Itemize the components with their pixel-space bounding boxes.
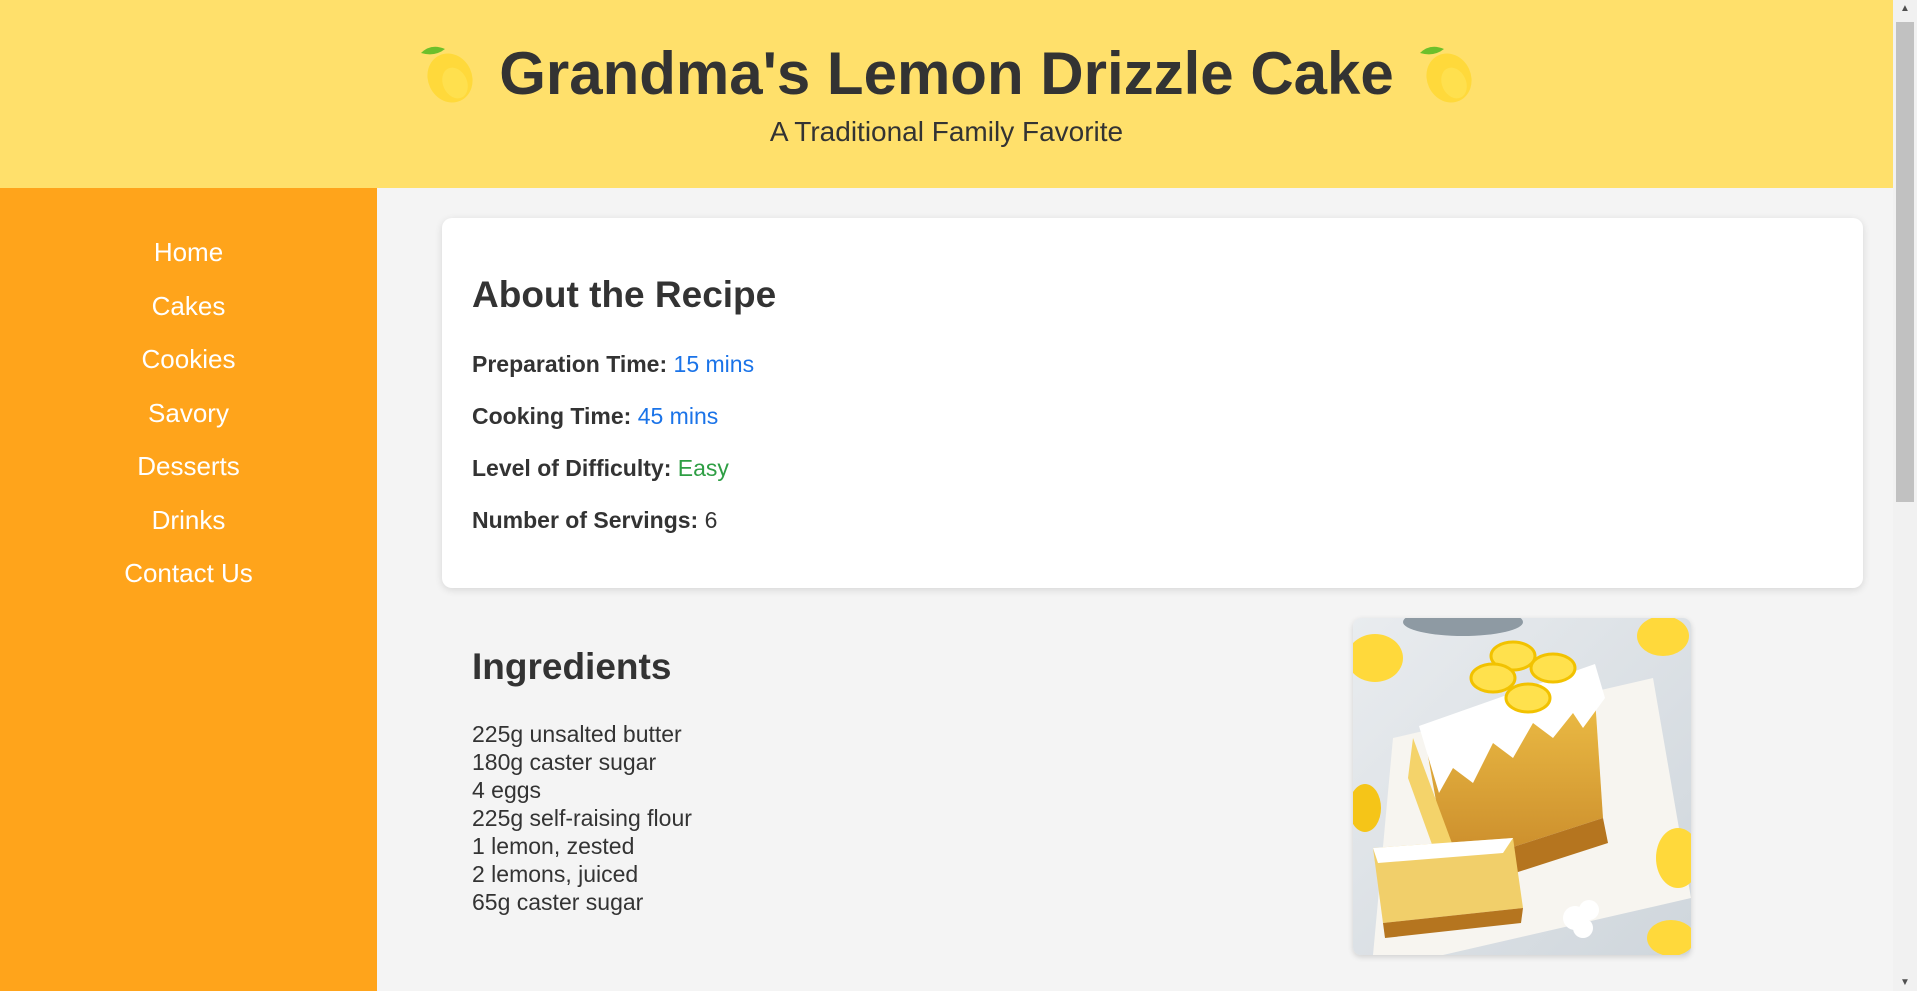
scroll-down-icon[interactable]: ▼ (1893, 974, 1917, 991)
scroll-thumb[interactable] (1896, 22, 1914, 502)
sidebar-item-cakes: Cakes (0, 280, 377, 334)
page-subtitle: A Traditional Family Favorite (769, 116, 1124, 147)
title-row: Grandma's Lemon Drizzle Cake (0, 38, 1893, 110)
list-item: 65g caster sugar (472, 889, 644, 915)
lemon-icon (417, 41, 477, 107)
difficulty-value: Easy (677, 455, 729, 481)
prep-time-row: Preparation Time: 15 mins (472, 351, 754, 378)
sidebar-nav: Home Cakes Cookies Savory Desserts Drink… (0, 226, 377, 601)
list-item: 180g caster sugar (472, 749, 657, 775)
sidebar-item-home: Home (0, 226, 377, 280)
cake-photo (1353, 618, 1691, 955)
about-heading: About the Recipe (472, 274, 777, 315)
prep-time-value: 15 mins (673, 351, 755, 377)
sidebar-item-savory: Savory (0, 387, 377, 441)
page: Grandma's Lemon Drizzle Cake A Tradition… (0, 0, 1917, 991)
list-item: 4 eggs (472, 777, 542, 803)
page-header: Grandma's Lemon Drizzle Cake A Tradition… (0, 0, 1893, 188)
nav-link-cakes[interactable]: Cakes (152, 291, 226, 321)
list-item: 225g self-raising flour (472, 805, 692, 831)
scroll-up-icon[interactable]: ▲ (1893, 0, 1917, 17)
servings-value: 6 (704, 507, 718, 533)
list-item: 225g unsalted butter (472, 721, 682, 747)
ingredients-heading: Ingredients (472, 646, 672, 687)
difficulty-row: Level of Difficulty: Easy (472, 455, 729, 482)
cook-time-row: Cooking Time: 45 mins (472, 403, 718, 430)
page-title: Grandma's Lemon Drizzle Cake (499, 40, 1394, 107)
servings-row: Number of Servings: 6 (472, 507, 717, 534)
vertical-scrollbar[interactable]: ▲ ▼ (1893, 0, 1917, 991)
prep-time-label: Preparation Time: (472, 351, 668, 377)
sidebar-item-drinks: Drinks (0, 494, 377, 548)
nav-link-drinks[interactable]: Drinks (152, 505, 226, 535)
sidebar-item-desserts: Desserts (0, 440, 377, 494)
nav-link-desserts[interactable]: Desserts (137, 451, 240, 481)
nav-link-cookies[interactable]: Cookies (142, 344, 236, 374)
list-item: 2 lemons, juiced (472, 861, 639, 887)
sidebar: Home Cakes Cookies Savory Desserts Drink… (0, 188, 377, 991)
about-recipe-card: About the Recipe Preparation Time: 15 mi… (442, 218, 1863, 588)
ingredients-list: 225g unsalted butter 180g caster sugar 4… (472, 720, 692, 916)
list-item: 1 lemon, zested (472, 833, 635, 859)
nav-link-contact-us[interactable]: Contact Us (124, 558, 253, 588)
servings-label: Number of Servings: (472, 507, 699, 533)
cook-time-value: 45 mins (637, 403, 719, 429)
difficulty-label: Level of Difficulty: (472, 455, 672, 481)
nav-link-home[interactable]: Home (154, 237, 223, 267)
sidebar-item-contact: Contact Us (0, 547, 377, 601)
nav-link-savory[interactable]: Savory (148, 398, 229, 428)
cook-time-label: Cooking Time: (472, 403, 632, 429)
sidebar-item-cookies: Cookies (0, 333, 377, 387)
ingredients-section: Ingredients 225g unsalted butter 180g ca… (442, 618, 1863, 991)
lemon-icon (1416, 41, 1476, 107)
